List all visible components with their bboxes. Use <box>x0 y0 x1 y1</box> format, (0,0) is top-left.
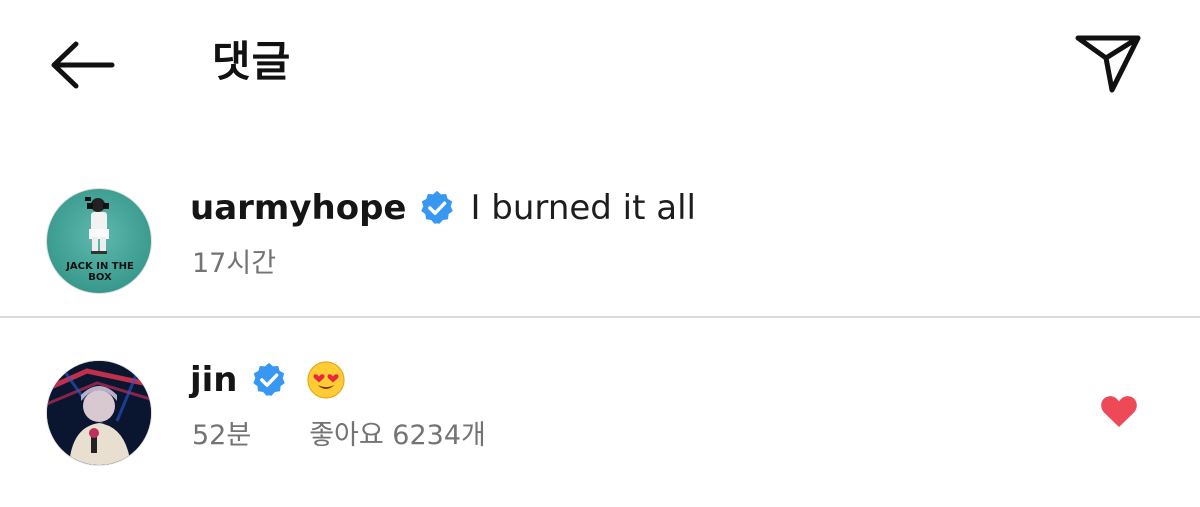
comments-screen: 댓글 JACK IN THE BOX uarmyhope I burned it… <box>0 0 1200 507</box>
username[interactable]: uarmyhope <box>190 188 406 228</box>
comment-meta: 52분 좋아요 6234개 <box>192 412 486 452</box>
heart-eyes-emoji <box>306 361 345 399</box>
share-button[interactable] <box>1066 22 1150 102</box>
comment-item: JACK IN THE BOX uarmyhope I burned it al… <box>0 180 1200 316</box>
comment-text: I burned it all <box>470 188 696 228</box>
profile-photo-image <box>47 361 151 465</box>
comment-meta: 17시간 <box>192 240 276 280</box>
page-title: 댓글 <box>212 37 292 86</box>
arrow-left-icon <box>51 41 115 89</box>
comment-time: 17시간 <box>192 247 277 279</box>
comment-header: uarmyhope I burned it all <box>190 184 696 232</box>
verified-badge-icon <box>421 190 454 224</box>
comment-item: jin 52분 좋아요 6234개 <box>0 352 1200 482</box>
verified-badge-icon <box>252 362 285 396</box>
avatar[interactable]: JACK IN THE BOX <box>46 188 152 294</box>
divider <box>0 316 1200 318</box>
avatar-caption: JACK IN THE BOX <box>66 261 134 283</box>
header-bar: 댓글 <box>0 0 1200 130</box>
back-button[interactable] <box>40 30 124 100</box>
heart-filled-icon <box>1101 396 1137 427</box>
username[interactable]: jin <box>190 360 238 400</box>
comment-header: jin <box>190 356 346 404</box>
comment-time: 52분 <box>192 419 252 451</box>
paper-plane-icon <box>1075 35 1141 93</box>
like-button[interactable] <box>1096 390 1142 432</box>
likes-count[interactable]: 좋아요 6234개 <box>309 413 486 452</box>
avatar[interactable] <box>46 360 152 466</box>
